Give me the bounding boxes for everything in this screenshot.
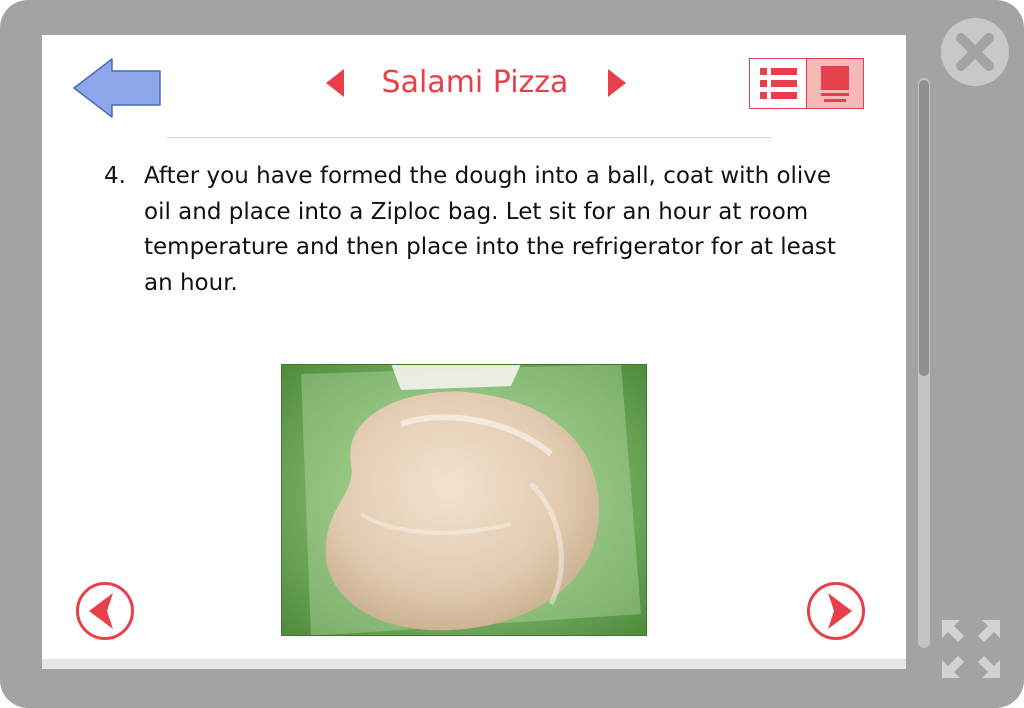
panel-bottom-bar bbox=[42, 659, 906, 669]
page-view-icon bbox=[821, 65, 849, 102]
list-view-button[interactable] bbox=[750, 59, 806, 108]
page-view-button[interactable] bbox=[806, 59, 863, 108]
close-icon[interactable] bbox=[939, 16, 1011, 88]
fullscreen-icon[interactable] bbox=[940, 618, 1002, 680]
back-arrow-icon[interactable] bbox=[72, 57, 162, 119]
list-view-icon bbox=[760, 67, 797, 99]
page-title: Salami Pizza bbox=[381, 65, 569, 100]
content-panel: Salami Pizza 4. After you have formed th… bbox=[42, 35, 906, 669]
title-next-icon[interactable] bbox=[604, 67, 630, 99]
dough-photo bbox=[281, 364, 647, 636]
next-step-button[interactable] bbox=[806, 581, 866, 641]
view-toggle bbox=[749, 58, 864, 109]
step-number: 4. bbox=[104, 163, 126, 189]
window-frame: Salami Pizza 4. After you have formed th… bbox=[0, 0, 1024, 708]
step-item: 4. After you have formed the dough into … bbox=[104, 159, 864, 301]
prev-step-button[interactable] bbox=[75, 581, 135, 641]
title-prev-icon[interactable] bbox=[322, 67, 348, 99]
scrollbar-thumb[interactable] bbox=[919, 80, 929, 376]
scrollbar[interactable] bbox=[918, 78, 930, 648]
step-text: After you have formed the dough into a b… bbox=[144, 163, 836, 296]
header-divider bbox=[167, 137, 772, 138]
